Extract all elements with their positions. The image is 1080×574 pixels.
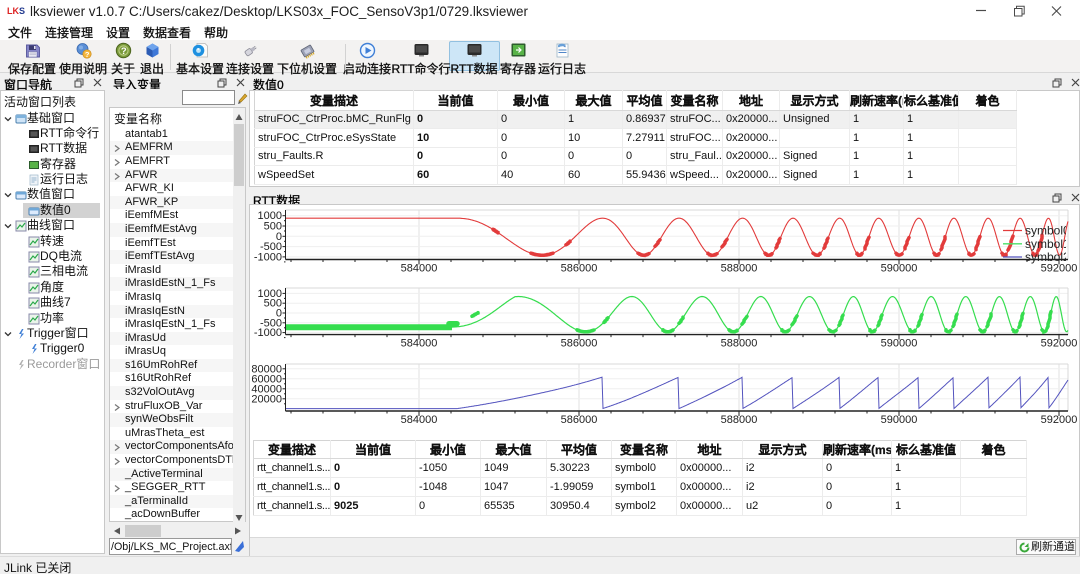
svg-text:592000: 592000 xyxy=(1041,414,1078,426)
svg-text:588000: 588000 xyxy=(721,414,758,426)
svg-text:590000: 590000 xyxy=(881,414,918,426)
svg-text:584000: 584000 xyxy=(401,263,438,275)
svg-text:20000: 20000 xyxy=(251,393,282,405)
svg-text:592000: 592000 xyxy=(1041,263,1078,275)
svg-text:586000: 586000 xyxy=(561,338,598,350)
svg-text:590000: 590000 xyxy=(881,338,918,350)
svg-text:-1000: -1000 xyxy=(254,327,282,339)
svg-text:590000: 590000 xyxy=(881,263,918,275)
svg-text:588000: 588000 xyxy=(721,263,758,275)
svg-text:584000: 584000 xyxy=(401,338,438,350)
svg-text:-1000: -1000 xyxy=(254,251,282,263)
svg-text:symbol1: symbol1 xyxy=(1025,237,1070,251)
svg-text:symbol2: symbol2 xyxy=(1025,250,1070,264)
svg-text:592000: 592000 xyxy=(1041,338,1078,350)
svg-text:584000: 584000 xyxy=(401,414,438,426)
svg-text:588000: 588000 xyxy=(721,338,758,350)
svg-text:586000: 586000 xyxy=(561,263,598,275)
svg-text:586000: 586000 xyxy=(561,414,598,426)
svg-text:symbol0: symbol0 xyxy=(1025,224,1070,238)
